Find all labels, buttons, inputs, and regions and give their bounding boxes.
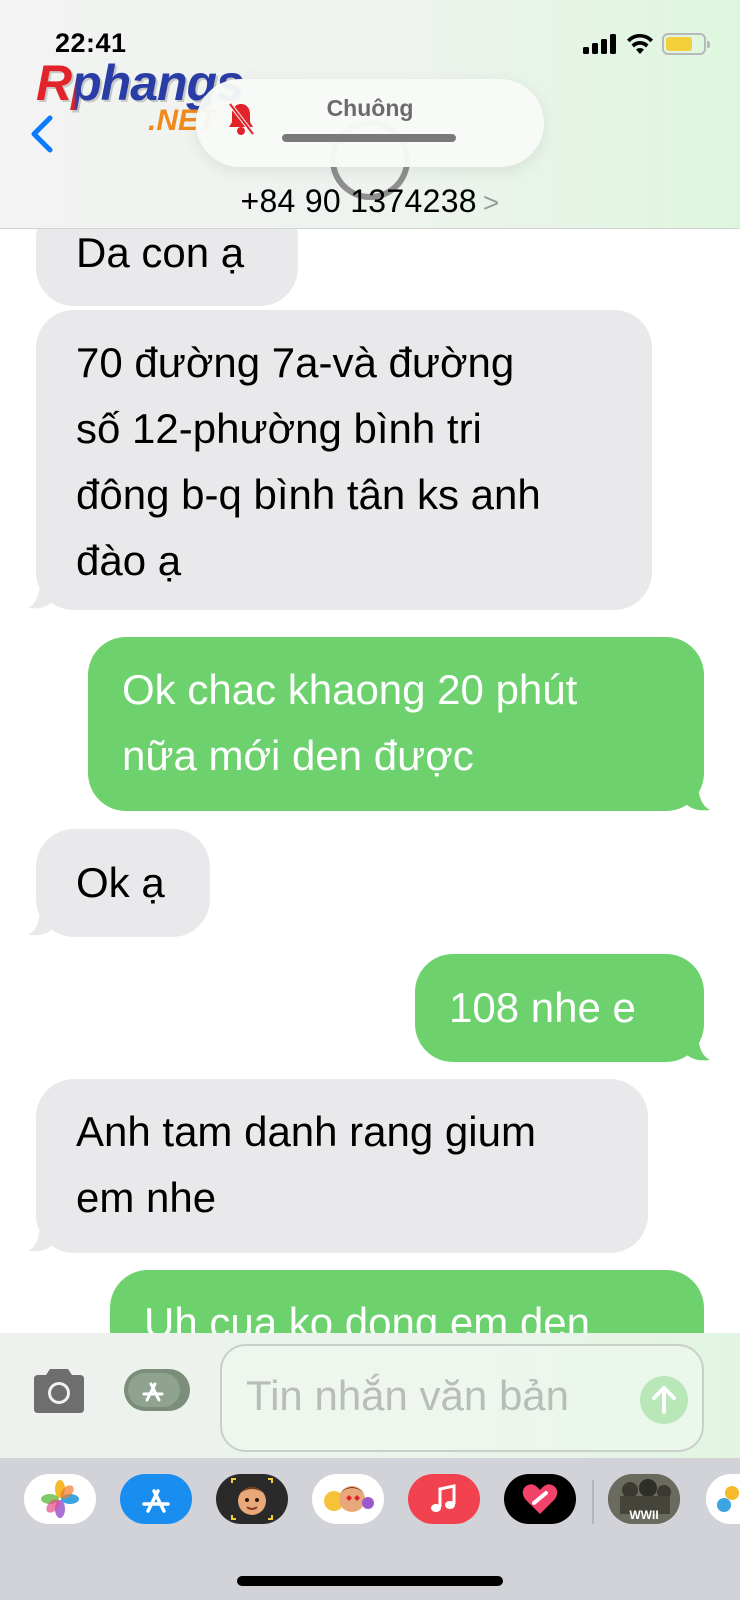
back-chevron-icon[interactable]: [26, 112, 58, 156]
chevron-right-icon: >: [482, 187, 500, 218]
outgoing-message[interactable]: 108 nhe e: [415, 954, 704, 1062]
message-line: nữa mới den được: [122, 732, 474, 779]
send-button[interactable]: [640, 1376, 688, 1424]
incoming-message[interactable]: Ok ạ: [36, 829, 210, 937]
message-line: Uh cua ko dong em den: [144, 1299, 590, 1333]
animoji-stickers-app-icon[interactable]: [312, 1474, 384, 1524]
photos-app-icon[interactable]: [24, 1474, 96, 1524]
game-app-label: WWII: [629, 1508, 659, 1522]
compose-bar: Tin nhắn văn bản: [0, 1333, 740, 1458]
message-thread[interactable]: Da con ạ 70 đường 7a-và đường số 12-phườ…: [0, 229, 740, 1333]
bubble-tail: [28, 1223, 52, 1252]
message-input-placeholder: Tin nhắn văn bản: [246, 1372, 570, 1419]
camera-icon[interactable]: [30, 1367, 88, 1415]
apps-button[interactable]: [124, 1369, 190, 1411]
message-line: em nhe: [76, 1174, 217, 1221]
app-store-icon: [142, 1382, 164, 1402]
incoming-message[interactable]: Anh tam danh rang gium em nhe: [36, 1079, 648, 1253]
contact-phone: +84 90 1374238: [240, 183, 477, 219]
app-drawer: WWII: [0, 1458, 740, 1600]
bubble-tail: [28, 907, 52, 936]
ringer-label: Chuông: [326, 95, 414, 121]
app-store-app-icon[interactable]: [120, 1474, 192, 1524]
memoji-app-icon[interactable]: [216, 1474, 288, 1524]
battery-icon: [662, 33, 710, 55]
arrow-up-icon: [652, 1386, 676, 1414]
drawer-divider: [592, 1480, 594, 1524]
bubble-tail: [686, 782, 710, 811]
incoming-message[interactable]: Da con ạ: [36, 229, 298, 306]
contact-name[interactable]: +84 90 1374238 >: [0, 183, 740, 220]
bubble-tail: [686, 1032, 710, 1061]
message-line: Ok chac khaong 20 phút: [122, 666, 578, 713]
message-line: Ok ạ: [76, 859, 165, 906]
incoming-message[interactable]: 70 đường 7a-và đường số 12-phường bình t…: [36, 310, 652, 610]
more-app-icon[interactable]: [706, 1474, 740, 1524]
outgoing-message[interactable]: Ok chac khaong 20 phút nữa mới den được: [88, 637, 704, 811]
ringer-popup: Chuông: [196, 79, 544, 167]
message-line: 108 nhe e: [449, 984, 636, 1031]
message-line: số 12-phường bình tri: [76, 405, 482, 452]
wifi-icon: [627, 33, 653, 54]
message-input[interactable]: Tin nhắn văn bản: [220, 1344, 704, 1452]
music-app-icon[interactable]: [408, 1474, 480, 1524]
message-line: Da con ạ: [76, 229, 245, 276]
home-indicator[interactable]: [237, 1576, 503, 1586]
conversation-header: 22:41 Rphangs Rphangs .NET Chuông +84 90…: [0, 0, 740, 229]
message-line: đông b-q bình tân ks anh: [76, 471, 541, 518]
ringer-slider[interactable]: [282, 134, 456, 142]
digital-touch-app-icon[interactable]: [504, 1474, 576, 1524]
game-app-icon[interactable]: WWII: [608, 1474, 680, 1524]
message-line: đào ạ: [76, 537, 182, 584]
outgoing-message[interactable]: Uh cua ko dong em den: [110, 1270, 704, 1333]
bubble-tail: [28, 580, 52, 609]
message-line: Anh tam danh rang gium: [76, 1108, 536, 1155]
message-line: 70 đường 7a-và đường: [76, 339, 515, 386]
cellular-signal-icon: [583, 34, 617, 54]
